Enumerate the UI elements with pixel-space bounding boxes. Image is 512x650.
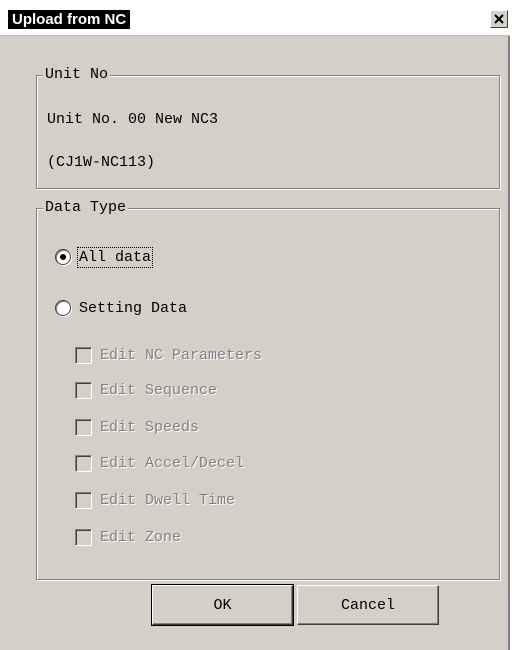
close-x-icon [494,14,504,24]
dialog-title: Upload from NC [8,10,131,29]
upload-from-nc-dialog: Upload from NC Unit No Unit No. 00 New N… [0,0,510,650]
checkbox-edit-nc-parameters-label: Edit NC Parameters [100,346,263,364]
checkbox-edit-accel-decel-box[interactable] [75,454,92,472]
checkbox-edit-accel-decel[interactable]: Edit Accel/Decel [75,453,244,473]
checkbox-edit-dwell-time[interactable]: Edit Dwell Time [75,490,235,510]
checkbox-edit-sequence[interactable]: Edit Sequence [75,380,217,400]
cancel-button-label: Cancel [340,596,395,614]
checkbox-edit-accel-decel-label: Edit Accel/Decel [100,454,245,472]
checkbox-edit-speeds-label: Edit Speeds [100,418,200,436]
unit-no-legend: Unit No [43,66,111,84]
close-button[interactable] [490,10,508,28]
checkbox-edit-dwell-time-label: Edit Dwell Time [100,491,236,509]
radio-setting-data[interactable]: Setting Data [55,298,187,318]
checkbox-edit-sequence-label: Edit Sequence [100,381,218,399]
ok-button[interactable]: OK [151,584,294,626]
radio-setting-data-button[interactable] [55,300,71,316]
ok-button-label: OK [213,596,232,614]
title-bar[interactable]: Upload from NC [0,0,510,36]
radio-all-data-button[interactable] [55,249,71,265]
checkbox-edit-sequence-box[interactable] [75,381,92,399]
data-type-legend: Data Type [43,199,129,217]
checkbox-edit-speeds[interactable]: Edit Speeds [75,417,199,437]
checkbox-edit-dwell-time-box[interactable] [75,491,92,509]
radio-all-data-label[interactable]: All data [76,246,154,268]
data-type-group: Data Type All data Setting Data Edit NC … [36,199,500,580]
radio-setting-data-label[interactable]: Setting Data [79,300,187,317]
radio-all-data[interactable]: All data [55,246,154,268]
checkbox-edit-zone[interactable]: Edit Zone [75,527,181,547]
checkbox-edit-zone-box[interactable] [75,528,92,546]
unit-no-group: Unit No Unit No. 00 New NC3 (CJ1W-NC113) [36,66,500,189]
checkbox-edit-speeds-box[interactable] [75,418,92,436]
checkbox-edit-nc-parameters-box[interactable] [75,346,92,364]
checkbox-edit-zone-label: Edit Zone [100,528,182,546]
checkbox-edit-nc-parameters[interactable]: Edit NC Parameters [75,345,262,365]
cancel-button[interactable]: Cancel [297,585,439,625]
unit-model-text: (CJ1W-NC113) [47,154,156,171]
unit-name-text: Unit No. 00 New NC3 [47,111,219,128]
